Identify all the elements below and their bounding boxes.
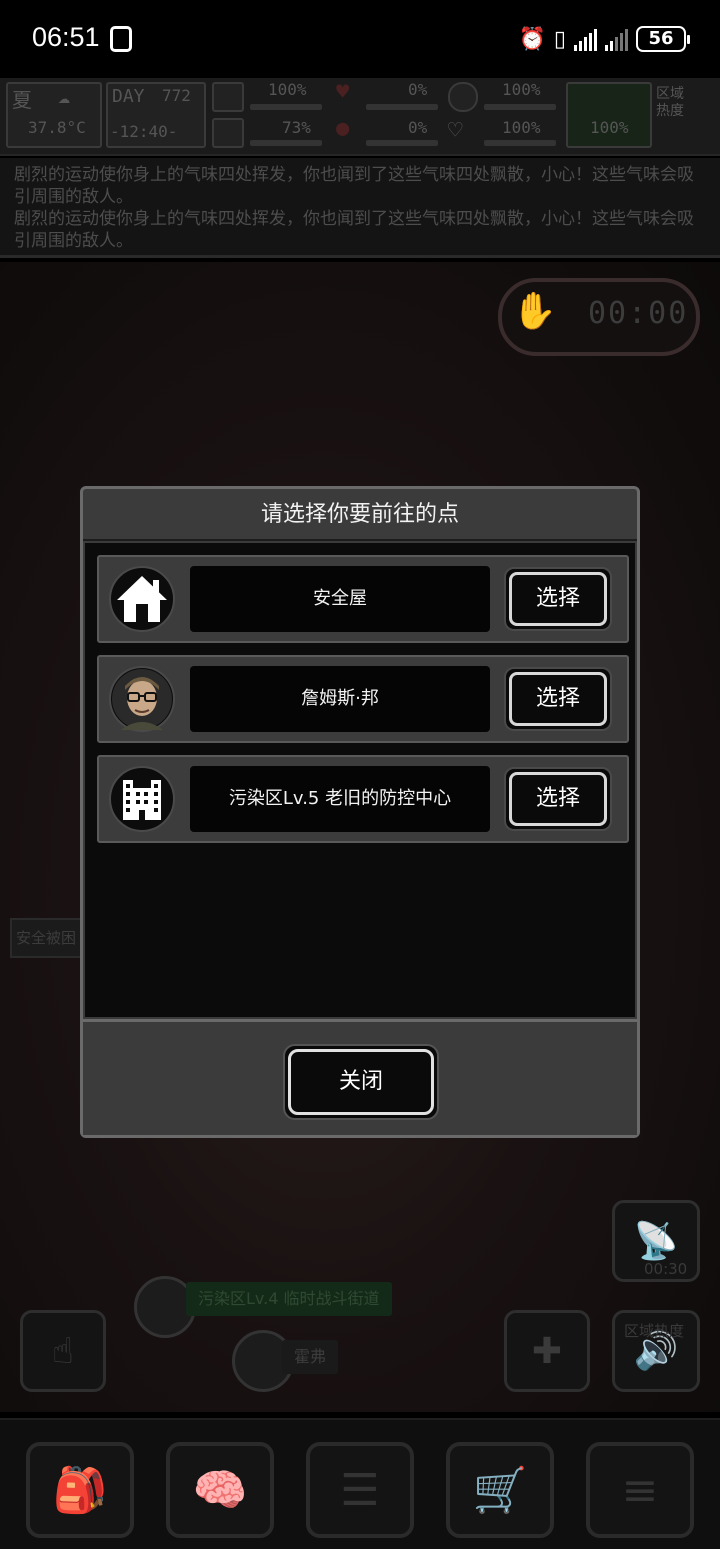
- radar-timer: 00:30: [644, 1260, 688, 1278]
- npc-pin-label[interactable]: 霍弗: [282, 1340, 339, 1374]
- pill-icon: [448, 82, 478, 112]
- journal-button[interactable]: ☰: [306, 1442, 414, 1538]
- dialog-title: 请选择你要前往的点: [83, 489, 637, 541]
- menu-button[interactable]: ≡: [586, 1442, 694, 1538]
- log-line: 剧烈的运动使你身上的气味四处挥发，你也闻到了这些气味四处飘散，小心！这些气味会吸…: [14, 209, 694, 251]
- boot-panel: [566, 82, 652, 148]
- status-time: 06:51: [32, 22, 100, 52]
- mood-bar: [484, 140, 556, 146]
- destination-row: 污染区Lv.5 老旧的防控中心 选择: [97, 755, 629, 843]
- zone-heat-label: 区域热度: [656, 86, 684, 119]
- backpack-button[interactable]: 🎒: [26, 1442, 134, 1538]
- select-button-label: 选择: [509, 772, 607, 826]
- game-clock: -12:40-: [110, 122, 178, 141]
- dialog-footer: 关闭: [83, 1019, 637, 1135]
- stat-endurance: 100%: [590, 118, 629, 137]
- stamina-bar: [484, 104, 556, 110]
- stat-bleed: 0%: [408, 118, 428, 137]
- vibrate-icon: ▯: [553, 26, 566, 52]
- npc-portrait-icon: [109, 666, 175, 732]
- season-label: 夏: [12, 88, 32, 112]
- zombie-hand-icon: ✋: [512, 291, 557, 332]
- signal-icon: [574, 27, 597, 51]
- destination-row: 詹姆斯·邦 选择: [97, 655, 629, 743]
- destination-name: 安全屋: [190, 566, 490, 632]
- log-line: 剧烈的运动使你身上的气味四处挥发，你也闻到了这些气味四处飘散，小心！这些气味会吸…: [14, 165, 694, 207]
- stat-mood: 100%: [502, 118, 541, 137]
- stomach-icon: ♥: [336, 80, 350, 105]
- select-button-label: 选择: [509, 672, 607, 726]
- stat-health: 100%: [268, 80, 307, 99]
- medkit-icon: [212, 82, 244, 112]
- destination-row: 安全屋 选择: [97, 555, 629, 643]
- skills-button[interactable]: 🧠: [166, 1442, 274, 1538]
- day-value: 772: [162, 86, 191, 105]
- message-log: 剧烈的运动使你身上的气味四处挥发，你也闻到了这些气味四处飘散，小心！这些气味会吸…: [0, 158, 720, 258]
- destination-name: 污染区Lv.5 老旧的防控中心: [190, 766, 490, 832]
- stat-sanity: 73%: [282, 118, 311, 137]
- brain-icon: [212, 118, 244, 148]
- signal-2-icon: [605, 27, 628, 51]
- select-button[interactable]: 选择: [504, 667, 612, 731]
- heart-icon: ♡: [448, 116, 463, 144]
- bottom-nav: 🎒 🧠 ☰ 🛒 ≡: [0, 1418, 720, 1549]
- destination-dialog: 请选择你要前往的点 安全屋 选择 詹姆斯·邦 选择 污染区Lv.5 老旧的防控中…: [80, 486, 640, 1138]
- status-bar: 06:51 ⏰ ▯ 56: [0, 0, 720, 78]
- stat-hunger: 0%: [408, 80, 428, 99]
- destination-list: 安全屋 选择 詹姆斯·邦 选择 污染区Lv.5 老旧的防控中心 选择: [85, 543, 635, 1017]
- map-location-label[interactable]: 污染区Lv.4 临时战斗街道: [186, 1282, 392, 1316]
- sanity-bar: [250, 140, 322, 146]
- battery-icon: 56: [636, 26, 690, 52]
- blood-icon: ●: [336, 116, 350, 141]
- cloud-icon: ☁: [58, 84, 71, 108]
- side-tab[interactable]: 安全被困: [10, 918, 82, 958]
- game-hud: 夏 ☁ 37.8°C DAY 772 -12:40- 100% 73% ♥ 0%…: [0, 78, 720, 156]
- health-bar: [250, 104, 322, 110]
- event-timer-text: 00:00: [588, 296, 689, 331]
- move-button[interactable]: ☝: [20, 1310, 106, 1392]
- select-button[interactable]: 选择: [504, 567, 612, 631]
- bleed-bar: [366, 140, 438, 146]
- temperature: 37.8°C: [28, 118, 86, 137]
- alarm-icon: ⏰: [518, 26, 546, 52]
- hunger-bar: [366, 104, 438, 110]
- select-button-label: 选择: [509, 572, 607, 626]
- select-button[interactable]: 选择: [504, 767, 612, 831]
- status-icons: ⏰ ▯ 56: [518, 24, 690, 54]
- close-button[interactable]: 关闭: [283, 1044, 439, 1120]
- stat-stamina: 100%: [502, 80, 541, 99]
- nfc-icon: [110, 26, 132, 52]
- shop-button[interactable]: 🛒: [446, 1442, 554, 1538]
- destination-name: 詹姆斯·邦: [190, 666, 490, 732]
- day-label: DAY: [112, 86, 145, 107]
- map-file-button[interactable]: ✚: [504, 1310, 590, 1392]
- zone-heat-text: 区域热度: [624, 1322, 685, 1340]
- building-icon: [109, 766, 175, 832]
- close-button-label: 关闭: [288, 1049, 434, 1115]
- house-icon: [109, 566, 175, 632]
